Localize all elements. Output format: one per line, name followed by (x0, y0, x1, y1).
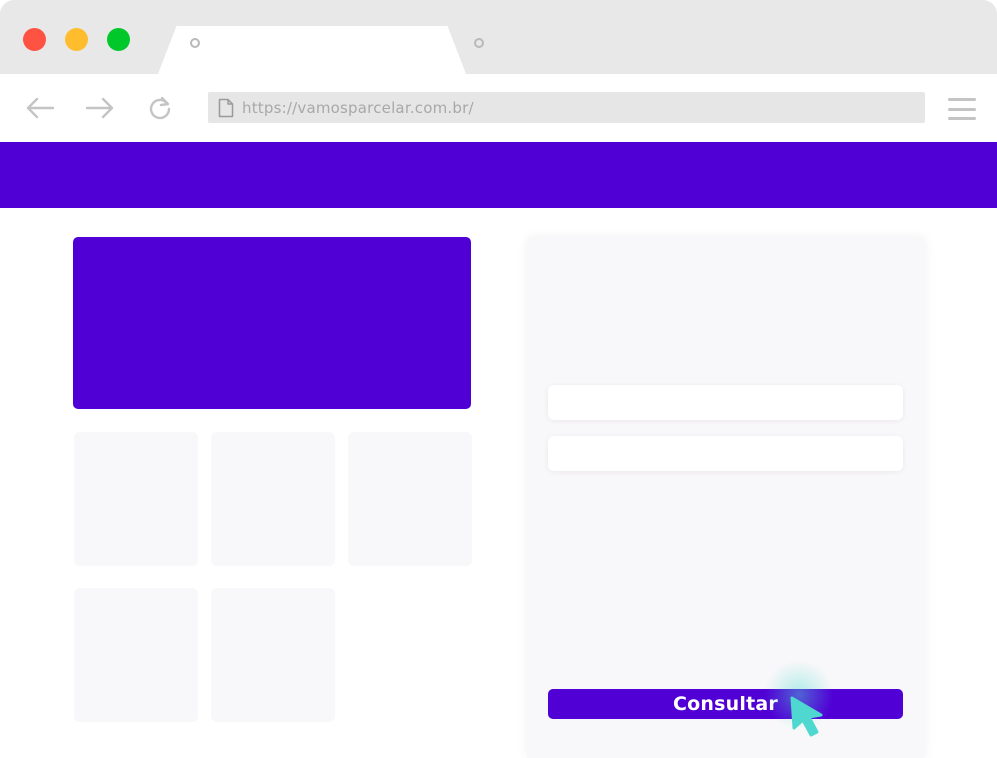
maximize-window-button[interactable] (107, 28, 130, 51)
tab-inactive[interactable] (474, 38, 484, 48)
site-header (0, 142, 997, 208)
address-bar[interactable]: https://vamosparcelar.com.br/ (208, 92, 925, 123)
hamburger-menu-icon[interactable] (948, 98, 976, 120)
form-input-1[interactable] (548, 385, 903, 420)
menu-line (948, 107, 976, 111)
forward-button[interactable] (84, 94, 116, 122)
reload-button[interactable] (144, 94, 176, 122)
arrow-left-icon (26, 97, 55, 119)
consultar-button[interactable]: Consultar (548, 689, 903, 719)
content-card (348, 432, 472, 566)
browser-toolbar: https://vamosparcelar.com.br/ (0, 74, 997, 142)
form-input-2[interactable] (548, 436, 903, 471)
reload-icon (149, 96, 171, 120)
url-text: https://vamosparcelar.com.br/ (242, 98, 474, 117)
consultar-button-label: Consultar (673, 693, 778, 715)
content-card (211, 588, 335, 722)
close-window-button[interactable] (23, 28, 46, 51)
content-card (211, 432, 335, 566)
arrow-right-icon (85, 97, 114, 119)
tab-bar (0, 0, 997, 74)
page-icon (218, 98, 234, 118)
menu-line (948, 98, 976, 101)
minimize-window-button[interactable] (65, 28, 88, 51)
mouse-cursor-icon (790, 696, 823, 737)
content-card (74, 432, 198, 566)
browser-window: https://vamosparcelar.com.br/ Consultar (0, 0, 997, 758)
menu-line (948, 117, 976, 120)
tab-favicon-icon (190, 38, 200, 48)
tab-active[interactable] (158, 26, 466, 74)
form-panel (527, 237, 925, 758)
content-card (74, 588, 198, 722)
hero-banner (73, 237, 471, 409)
back-button[interactable] (24, 94, 56, 122)
